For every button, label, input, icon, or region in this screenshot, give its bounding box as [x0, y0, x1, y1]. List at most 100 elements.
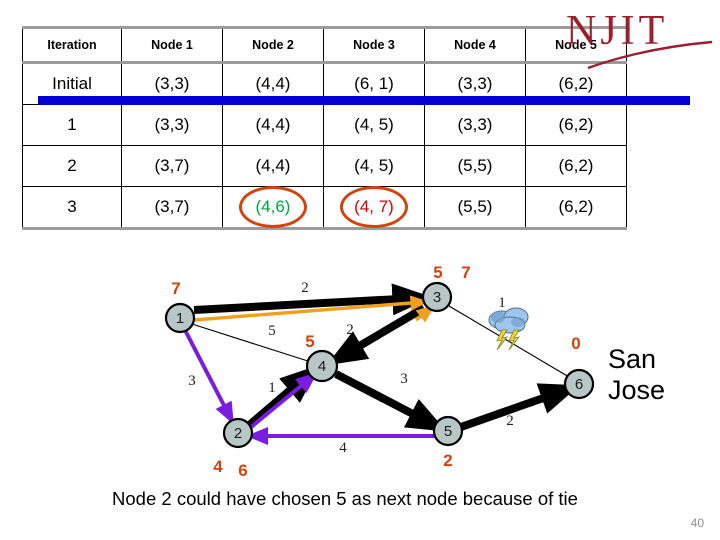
page-number: 40 — [690, 516, 704, 530]
cell-value: (4, 5) — [354, 156, 394, 175]
cell-node-4: (5,5) — [424, 186, 526, 230]
cell-value: (4,4) — [255, 156, 291, 175]
node-4-label: 4 — [318, 358, 326, 375]
cell-content: (4, 5) — [354, 156, 394, 176]
cell-node-5: (6,2) — [525, 186, 627, 230]
cell-node-5: (6,2) — [525, 104, 627, 146]
node-5-distance: 2 — [443, 451, 452, 470]
edge-weight-1-3: 2 — [301, 280, 309, 296]
table-row: 2 (3,7) (4,4) (4, 5) (5,5) (6,2) — [22, 145, 627, 187]
edge-weight-3-4: 2 — [346, 322, 354, 338]
cell-node-2: (4,6) — [222, 186, 324, 230]
cell-content: (3,7) — [155, 156, 190, 176]
cell-value: (4,4) — [255, 74, 291, 93]
cell-node-1: (3,3) — [121, 104, 223, 146]
cell-content: (5,5) — [458, 197, 493, 217]
cell-node-2: (4,4) — [222, 104, 324, 146]
cell-value: (6,2) — [558, 156, 594, 175]
edge-3-6 — [448, 305, 570, 378]
cell-value: (5,5) — [457, 197, 493, 216]
cell-value: (3,7) — [154, 197, 190, 216]
cell-content: (3,3) — [458, 74, 493, 94]
col-header-node-2: Node 2 — [222, 26, 324, 64]
table-header-row: Iteration Node 1 Node 2 Node 3 Node 4 No… — [22, 26, 627, 64]
table-body: Initial (3,3) (4,4) (6, 1) (3,3) (6,2) 1 (3,3)(… — [22, 62, 627, 230]
storm-cloud-icon — [488, 307, 529, 351]
edge-weight-1-4: 5 — [268, 323, 276, 339]
cell-value: (6,2) — [558, 74, 594, 93]
edge-1-4 — [191, 323, 312, 363]
edge-4-5-thick — [334, 370, 447, 432]
node-2-label: 2 — [234, 425, 242, 442]
cell-content: (4,4) — [256, 74, 291, 94]
node-3-distance-old: 5 — [433, 263, 442, 282]
col-header-node-1: Node 1 — [121, 26, 223, 64]
cell-content: (3,3) — [155, 74, 190, 94]
cell-iteration: 2 — [22, 145, 122, 187]
node-2-distance-old: 4 — [213, 457, 223, 476]
node-2-distance-new: 6 — [238, 461, 247, 480]
cell-content: (6, 1) — [354, 74, 394, 94]
edge-weight-1-2: 3 — [188, 373, 196, 389]
cell-value: (3,3) — [154, 115, 190, 134]
edge-weight-5-6: 2 — [506, 413, 514, 429]
cell-value: (4, 5) — [354, 115, 394, 134]
table-row: 1 (3,3) (4,4) (4, 5) (3,3) (6,2) — [22, 104, 627, 146]
cell-value: (5,5) — [457, 156, 493, 175]
edge-weight-5-2: 4 — [339, 440, 347, 456]
node-5-label: 5 — [444, 423, 452, 440]
col-header-node-4: Node 4 — [424, 26, 526, 64]
slide-caption: Node 2 could have chosen 5 as next node … — [112, 488, 578, 509]
cell-content: (4,4) — [256, 156, 291, 176]
cell-iteration: 1 — [22, 104, 122, 146]
edge-2-4-purple — [248, 372, 318, 430]
cell-content: (6,2) — [559, 156, 594, 176]
cell-node-3: (4, 7) — [323, 186, 425, 230]
cell-content: (4, 5) — [354, 115, 394, 135]
cell-value: (3,3) — [457, 115, 493, 134]
cell-node-3: (4, 5) — [323, 104, 425, 146]
cell-content: (4,4) — [256, 115, 291, 135]
cell-content: (3,3) — [458, 115, 493, 135]
node-3-label: 3 — [433, 289, 441, 306]
col-header-node-5: Node 5 — [525, 26, 627, 64]
cell-value: (6,2) — [558, 197, 594, 216]
cell-node-3: (4, 5) — [323, 145, 425, 187]
cell-value: (6, 1) — [354, 74, 394, 93]
col-header-iteration: Iteration — [22, 26, 122, 64]
node-6-distance: 0 — [571, 334, 580, 353]
cell-content: (3,7) — [155, 197, 190, 217]
cell-content: (6,2) — [559, 74, 594, 94]
cell-value: (4,4) — [255, 115, 291, 134]
cell-node-1: (3,7) — [121, 145, 223, 187]
node-4-distance: 5 — [305, 332, 314, 351]
edge-weight-4-5: 3 — [400, 371, 408, 387]
destination-label: San Jose — [608, 344, 666, 405]
cell-content: (3,3) — [155, 115, 190, 135]
cell-content: (6,2) — [559, 115, 594, 135]
edge-weight-2-4: 1 — [268, 380, 276, 396]
cell-content: (4,6) — [239, 186, 307, 228]
cell-node-4: (5,5) — [424, 145, 526, 187]
progress-bar — [38, 96, 690, 105]
cell-iteration: 3 — [22, 186, 122, 230]
cell-node-1: (3,7) — [121, 186, 223, 230]
cell-value: (4,6) — [255, 197, 291, 216]
cell-value: (6,2) — [558, 115, 594, 134]
table-row: 3 (3,7) (4,6) (4, 7) (5,5) (6,2) — [22, 186, 627, 230]
edge-2-4-thick — [244, 364, 320, 431]
node-1-label: 1 — [176, 310, 184, 327]
col-header-node-3: Node 3 — [323, 26, 425, 64]
node-1-distance: 7 — [171, 279, 180, 298]
cell-node-5: (6,2) — [525, 145, 627, 187]
cell-node-4: (3,3) — [424, 104, 526, 146]
cell-node-2: (4,4) — [222, 145, 324, 187]
cell-value: (3,7) — [154, 156, 190, 175]
cell-value: (4, 7) — [354, 197, 394, 216]
cell-content: (4, 7) — [340, 186, 408, 228]
cell-value: (3,3) — [457, 74, 493, 93]
node-3-distance-new: 7 — [461, 263, 470, 282]
cell-content: (6,2) — [559, 197, 594, 217]
dijkstra-iteration-table: Iteration Node 1 Node 2 Node 3 Node 4 No… — [22, 26, 627, 230]
cell-content: (5,5) — [458, 156, 493, 176]
